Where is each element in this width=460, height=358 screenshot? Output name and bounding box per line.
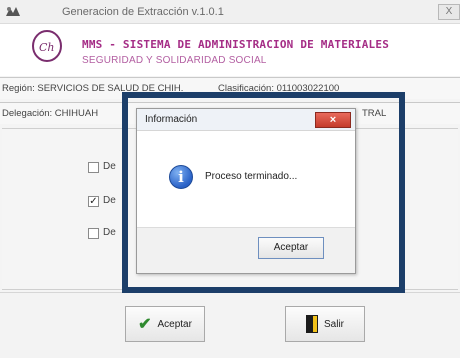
checkmark-icon: ✔ — [138, 316, 152, 333]
svg-text:Ch: Ch — [39, 41, 55, 54]
option-label-2: De — [103, 195, 116, 206]
accept-button[interactable]: ✔ Aceptar — [125, 306, 205, 342]
option-checkbox-3[interactable] — [88, 228, 99, 239]
exit-button[interactable]: Salir — [285, 306, 365, 342]
exit-button-label: Salir — [323, 318, 344, 330]
highlight-frame — [122, 92, 405, 293]
bottom-button-bar — [0, 292, 460, 358]
option-checkbox-1[interactable] — [88, 162, 99, 173]
system-subtitle: SEGURIDAD Y SOLIDARIDAD SOCIAL — [82, 55, 267, 66]
accept-button-label: Aceptar — [157, 318, 192, 330]
option-label-3: De — [103, 227, 116, 238]
system-title: MMS - SISTEMA DE ADMINISTRACION DE MATER… — [82, 38, 390, 51]
delegacion-label: Delegación: CHIHUAH — [2, 108, 99, 119]
option-checkbox-2[interactable]: ✓ — [88, 196, 99, 207]
window-close-button[interactable]: X — [438, 4, 460, 20]
exit-door-icon — [305, 315, 318, 333]
app-icon — [6, 7, 20, 16]
title-bar: Generacion de Extracción v.1.0.1 X — [0, 0, 460, 24]
option-label-1: De — [103, 161, 116, 172]
institution-logo-icon: Ch — [32, 30, 62, 62]
window-title: Generacion de Extracción v.1.0.1 — [62, 6, 224, 18]
